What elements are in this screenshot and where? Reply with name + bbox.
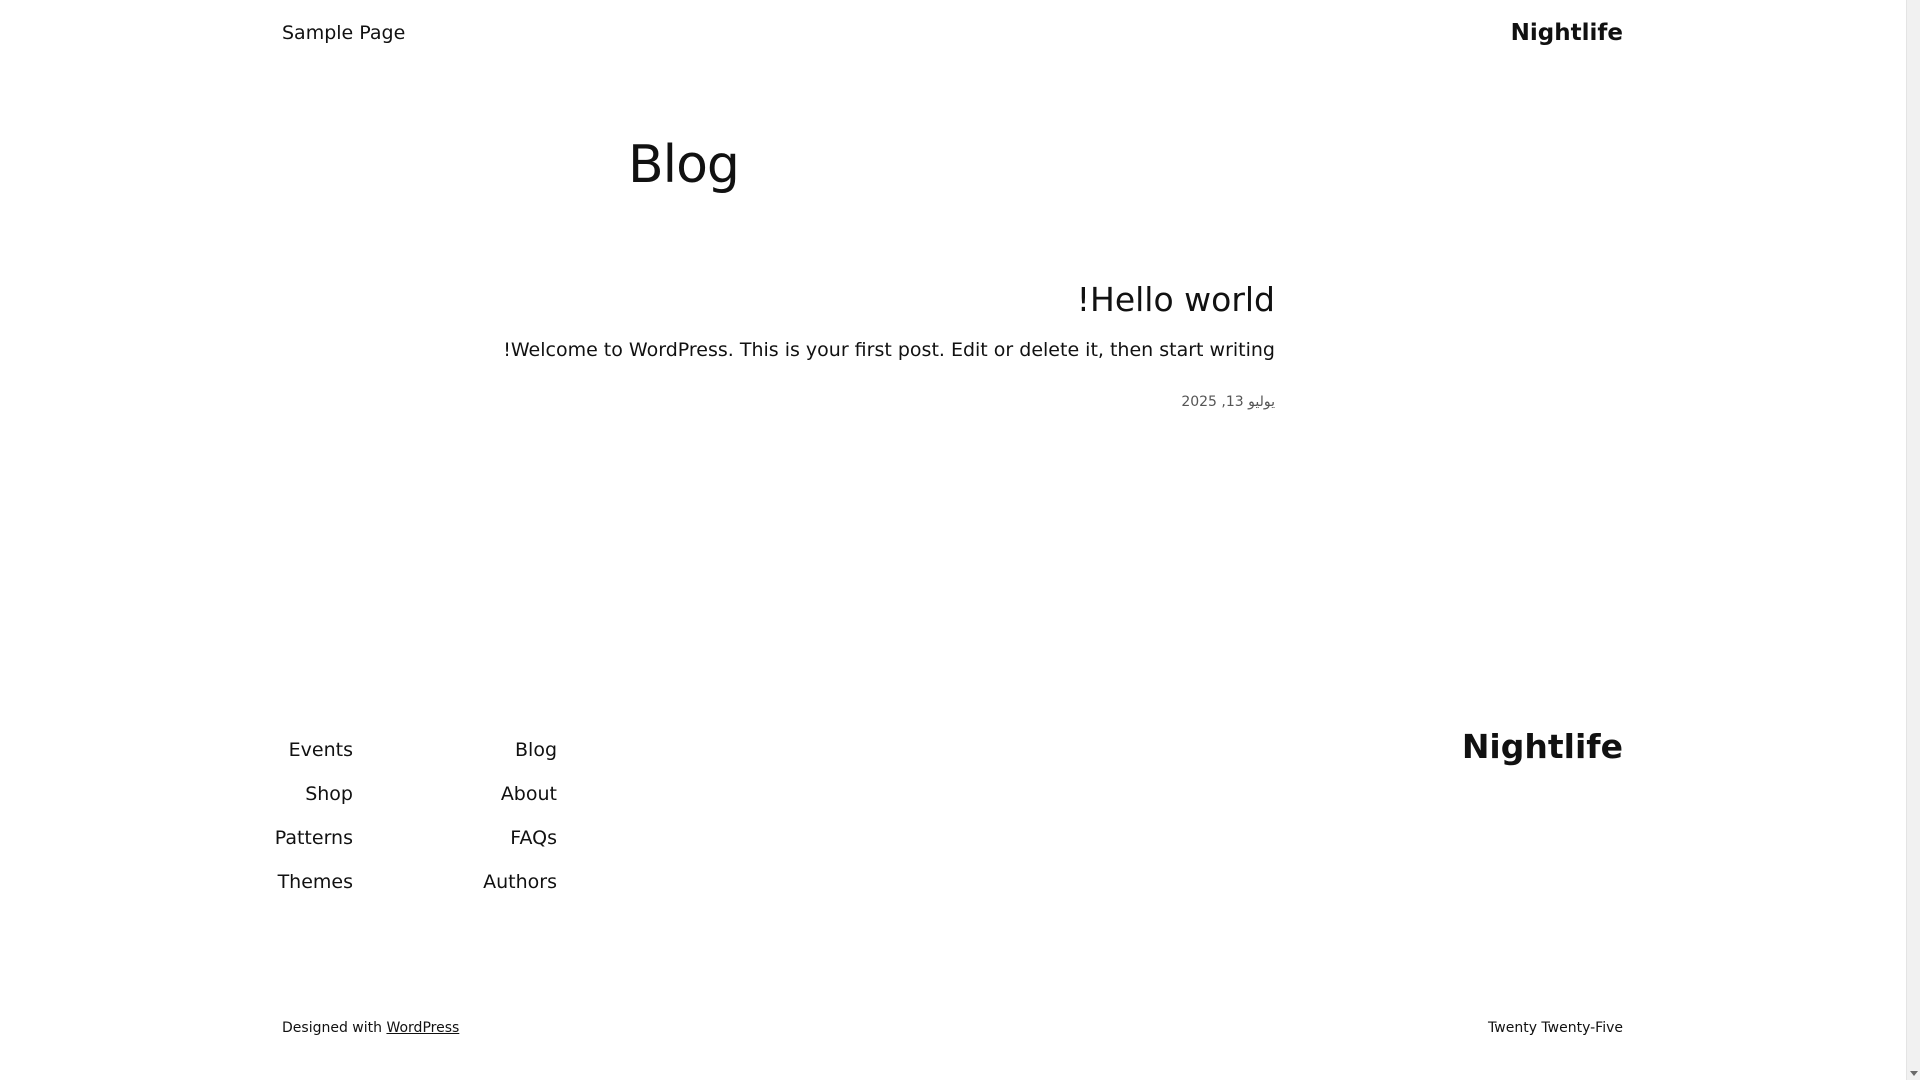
footer-link-about[interactable]: About bbox=[501, 772, 557, 816]
footer-credit: Designed with WordPress bbox=[282, 1020, 459, 1036]
footer-link-shop[interactable]: Shop bbox=[305, 772, 353, 816]
vertical-scrollbar[interactable] bbox=[1906, 0, 1920, 1080]
footer-link-themes[interactable]: Themes bbox=[278, 860, 353, 904]
nav-sample-page[interactable]: Sample Page bbox=[282, 22, 405, 44]
footer-link-faqs[interactable]: FAQs bbox=[510, 816, 557, 860]
footer-link-patterns[interactable]: Patterns bbox=[275, 816, 353, 860]
scroll-down-arrow-icon[interactable] bbox=[1910, 1071, 1918, 1076]
footer-nav-column-2: Blog About FAQs Authors bbox=[483, 728, 557, 904]
footer-link-blog[interactable]: Blog bbox=[515, 728, 557, 772]
post-date[interactable]: يوليو 13, 2025 bbox=[1181, 394, 1275, 410]
footer-nav-column-1: Events Shop Patterns Themes bbox=[275, 728, 353, 904]
post-title-link[interactable]: Hello world! bbox=[1077, 280, 1275, 319]
footer-link-events[interactable]: Events bbox=[289, 728, 353, 772]
wordpress-link[interactable]: WordPress bbox=[386, 1020, 459, 1036]
site-title[interactable]: Nightlife bbox=[1511, 20, 1623, 46]
post-excerpt: Welcome to WordPress. This is your first… bbox=[503, 339, 1275, 361]
footer-site-title[interactable]: Nightlife bbox=[1462, 727, 1623, 766]
page-title: Blog bbox=[628, 135, 740, 195]
credit-prefix: Designed with bbox=[282, 1020, 382, 1036]
footer-link-authors[interactable]: Authors bbox=[483, 860, 557, 904]
theme-name: Twenty Twenty-Five bbox=[1488, 1020, 1623, 1036]
